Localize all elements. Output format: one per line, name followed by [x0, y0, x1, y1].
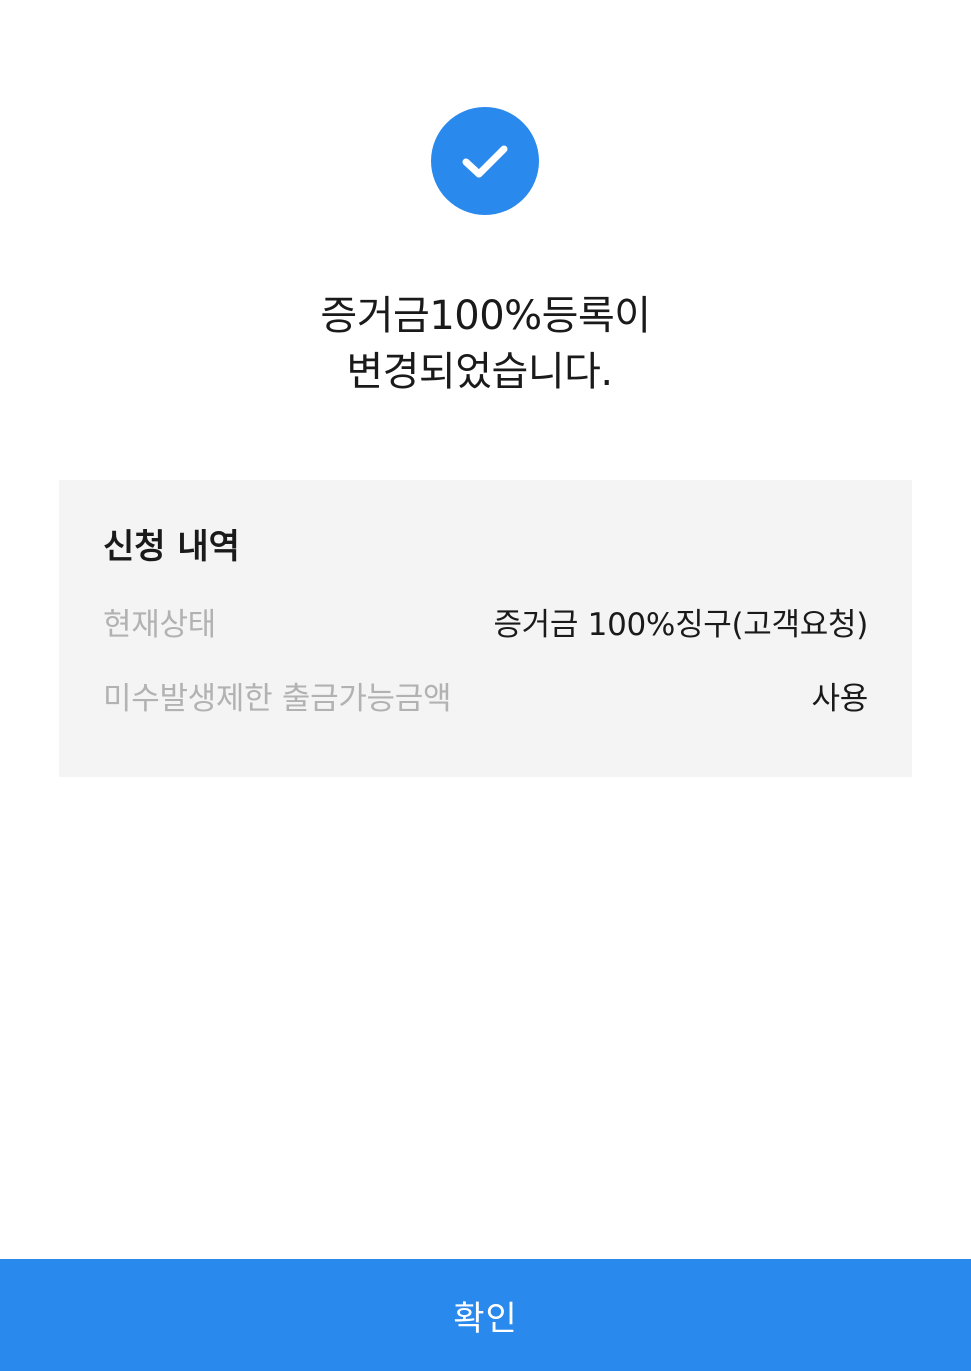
- current-status-value: 증거금 100%징구(고객요청): [493, 606, 868, 643]
- request-details-title: 신청 내역: [103, 527, 240, 567]
- current-status-label: 현재상태: [103, 606, 216, 643]
- detail-row-withdrawal-limit: 미수발생제한 출금가능금액 사용: [103, 672, 868, 718]
- detail-row-current-status: 현재상태 증거금 100%징구(고객요청): [103, 598, 868, 644]
- result-message-line-1: 증거금100%등록이: [320, 293, 651, 339]
- success-check-badge: [431, 107, 539, 215]
- result-message-line-2: 변경되었습니다.: [346, 349, 613, 395]
- confirm-button[interactable]: 확인: [0, 1259, 971, 1371]
- check-icon: [462, 145, 508, 178]
- request-details-card: 신청 내역 현재상태 증거금 100%징구(고객요청) 미수발생제한 출금가능금…: [59, 480, 912, 777]
- result-message: 증거금100%등록이 변경되었습니다.: [0, 288, 971, 400]
- withdrawal-limit-value: 사용: [811, 680, 869, 717]
- withdrawal-limit-label: 미수발생제한 출금가능금액: [103, 680, 452, 717]
